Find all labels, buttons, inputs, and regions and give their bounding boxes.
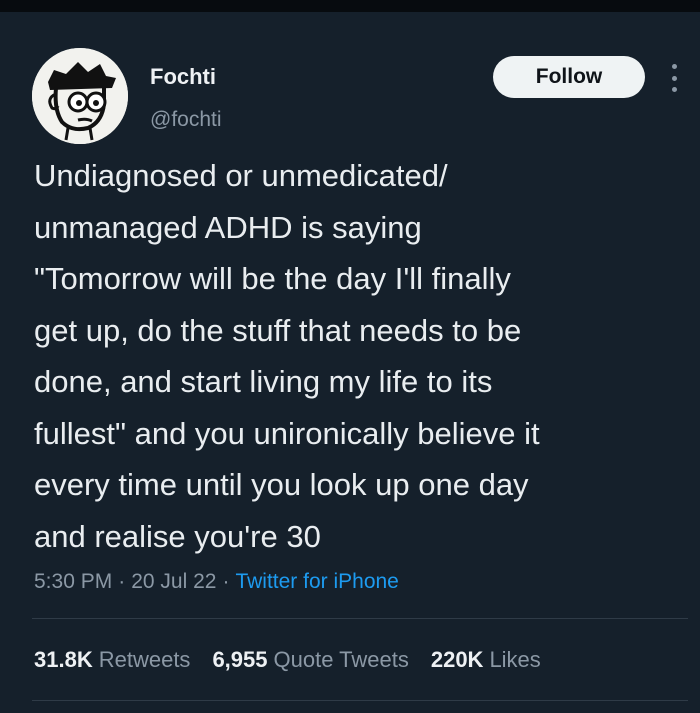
meta-separator: · [118, 570, 126, 593]
divider [32, 700, 688, 701]
user-name[interactable]: Fochti [150, 64, 216, 90]
retweets-count: 31.8K [34, 647, 93, 672]
retweets-label: Retweets [98, 647, 191, 672]
tweet-date[interactable]: 20 Jul 22 [131, 570, 216, 593]
tweet-time[interactable]: 5:30 PM [34, 570, 112, 593]
likes-stat[interactable]: 220K Likes [431, 647, 541, 673]
cartoon-face-avatar-icon [32, 48, 128, 144]
meta-separator: · [222, 570, 230, 593]
user-handle[interactable]: @fochti [150, 108, 222, 132]
more-options-icon[interactable] [665, 60, 683, 96]
quote-tweets-label: Quote Tweets [273, 647, 409, 672]
more-dot [671, 64, 677, 69]
more-dot [671, 75, 677, 81]
avatar[interactable] [32, 48, 128, 144]
divider [32, 618, 688, 619]
follow-button[interactable]: Follow [493, 56, 645, 98]
retweets-stat[interactable]: 31.8K Retweets [34, 647, 190, 673]
likes-label: Likes [489, 647, 541, 672]
tweet-source-link[interactable]: Twitter for iPhone [235, 570, 398, 593]
likes-count: 220K [430, 647, 484, 672]
top-bar [0, 0, 700, 12]
quote-tweets-count: 6,955 [212, 647, 268, 672]
tweet-stats: 31.8K Retweets 6,955 Quote Tweets 220K Like… [34, 647, 541, 673]
more-dot [671, 87, 677, 92]
tweet-meta: 5:30 PM · 20 Jul 22 · Twitter for iPhone [34, 570, 399, 594]
tweet-text: Undiagnosed or unmedicated/ unmanaged AD… [34, 158, 540, 554]
quote-tweets-stat[interactable]: 6,955 Quote Tweets [212, 647, 408, 673]
